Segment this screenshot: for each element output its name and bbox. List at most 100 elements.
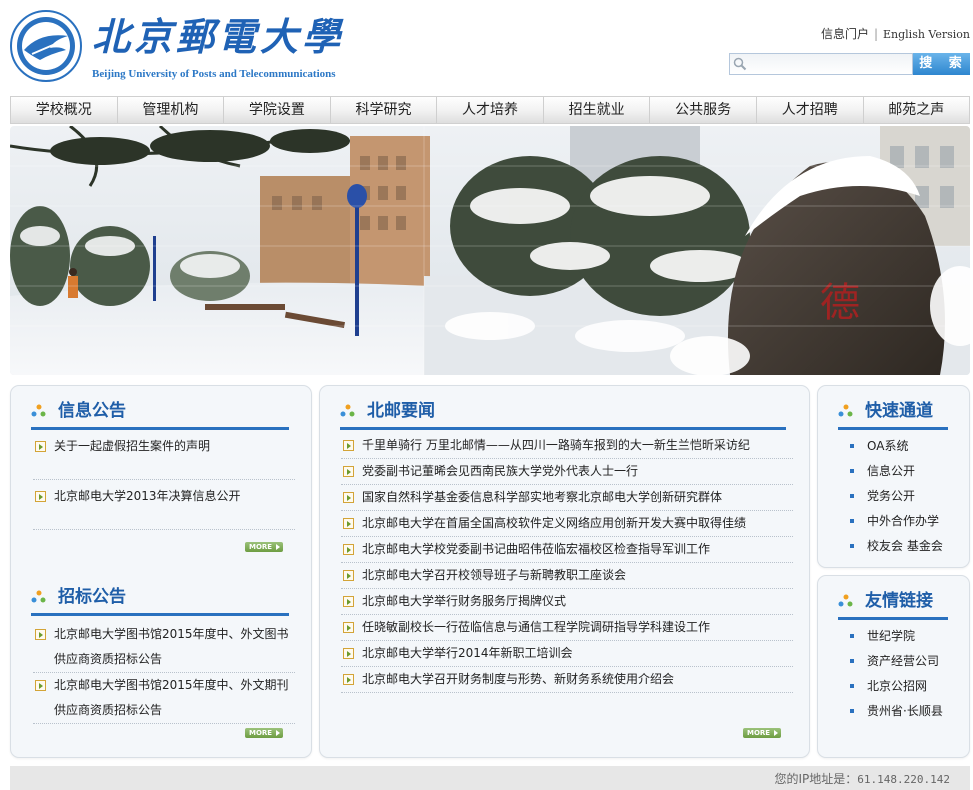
arrow-icon	[343, 622, 354, 633]
arrow-icon	[343, 596, 354, 607]
university-seal-icon	[10, 10, 82, 82]
nav-item-about[interactable]: 学校概况	[11, 97, 118, 123]
quick-access-header: 快速通道	[838, 394, 948, 430]
tenders-more-button[interactable]: MORE	[245, 728, 283, 738]
search-box[interactable]	[729, 53, 913, 75]
friend-link-changshun[interactable]: 贵州省·长顺县	[838, 699, 963, 724]
square-bullet-icon	[850, 544, 854, 548]
ip-value: 61.148.220.142	[857, 773, 950, 786]
portal-link[interactable]: 信息门户	[821, 27, 869, 41]
quick-link-alumni[interactable]: 校友会 基金会	[838, 534, 963, 559]
nav-item-public-services[interactable]: 公共服务	[650, 97, 757, 123]
list-item[interactable]: 北京邮电大学召开财务制度与形势、新财务系统使用介绍会	[341, 667, 793, 693]
arrow-icon	[35, 491, 46, 502]
square-bullet-icon	[850, 684, 854, 688]
quick-access-panel: 快速通道 OA系统 信息公开 党务公开 中外合作办学 校友会 基金会	[817, 385, 970, 568]
colored-dots-icon	[838, 594, 853, 607]
campus-banner-image: 德	[10, 126, 970, 375]
square-bullet-icon	[850, 494, 854, 498]
square-bullet-icon	[850, 634, 854, 638]
arrow-icon	[343, 518, 354, 529]
friend-links-header: 友情链接	[838, 584, 948, 620]
nav-item-admissions[interactable]: 招生就业	[544, 97, 651, 123]
tenders-underline	[31, 613, 289, 616]
english-version-link[interactable]: English Version	[883, 28, 970, 41]
friend-link-asset-company[interactable]: 资产经营公司	[838, 649, 963, 674]
list-item[interactable]: 北京邮电大学图书馆2015年度中、外文期刊供应商资质招标公告	[33, 673, 295, 724]
list-item[interactable]: 北京邮电大学召开校领导班子与新聘教职工座谈会	[341, 563, 793, 589]
nav-item-education[interactable]: 人才培养	[437, 97, 544, 123]
search-icon	[733, 57, 747, 71]
list-item[interactable]: 北京邮电大学图书馆2015年度中、外文图书供应商资质招标公告	[33, 622, 295, 673]
square-bullet-icon	[850, 444, 854, 448]
quick-link-info-disclosure[interactable]: 信息公开	[838, 459, 963, 484]
friend-links-underline	[838, 617, 948, 620]
tenders-list: 北京邮电大学图书馆2015年度中、外文图书供应商资质招标公告 北京邮电大学图书馆…	[33, 622, 295, 724]
friend-links-title: 友情链接	[865, 591, 933, 611]
arrow-icon	[343, 440, 354, 451]
nav-item-administration[interactable]: 管理机构	[118, 97, 225, 123]
square-bullet-icon	[850, 519, 854, 523]
news-title: 北邮要闻	[367, 401, 435, 421]
main-nav: 学校概况 管理机构 学院设置 科学研究 人才培养 招生就业 公共服务 人才招聘 …	[10, 96, 970, 124]
notices-title: 信息公告	[58, 401, 126, 421]
arrow-icon	[343, 492, 354, 503]
colored-dots-icon	[838, 404, 853, 417]
list-item[interactable]: 任晓敏副校长一行莅临信息与通信工程学院调研指导学科建设工作	[341, 615, 793, 641]
nav-item-research[interactable]: 科学研究	[331, 97, 438, 123]
arrow-icon	[35, 629, 46, 640]
ip-address-text: 您的IP地址是：61.148.220.142	[775, 770, 951, 787]
list-item[interactable]: 北京邮电大学举行财务服务厅揭牌仪式	[341, 589, 793, 615]
list-item[interactable]: 北京邮电大学在首届全国高校软件定义网络应用创新开发大赛中取得佳绩	[341, 511, 793, 537]
news-underline	[340, 427, 786, 430]
friend-links-list: 世纪学院 资产经营公司 北京公招网 贵州省·长顺县	[838, 624, 963, 724]
friend-link-beijing-recruitment[interactable]: 北京公招网	[838, 674, 963, 699]
search-button[interactable]: 搜 索	[913, 53, 970, 75]
nav-item-schools[interactable]: 学院设置	[224, 97, 331, 123]
logo-chinese-name: 北京郵電大學	[92, 14, 345, 59]
list-item[interactable]: 党委副书记董晞会见西南民族大学党外代表人士一行	[341, 459, 793, 485]
notices-underline	[31, 427, 289, 430]
news-header: 北邮要闻	[340, 394, 786, 430]
colored-dots-icon	[31, 590, 46, 603]
link-divider: |	[873, 27, 878, 41]
colored-dots-icon	[31, 404, 46, 417]
logo-english-name: Beijing University of Posts and Telecomm…	[92, 68, 336, 80]
news-list: 千里单骑行 万里北邮情——从四川一路骑车报到的大一新生兰恺昕采访纪 党委副书记董…	[341, 433, 793, 693]
quick-link-party-affairs[interactable]: 党务公开	[838, 484, 963, 509]
tenders-header: 招标公告	[31, 580, 289, 616]
arrow-icon	[35, 680, 46, 691]
square-bullet-icon	[850, 659, 854, 663]
notices-more-button[interactable]: MORE	[245, 542, 283, 552]
tenders-title: 招标公告	[58, 587, 126, 607]
svg-text:德: 德	[820, 280, 860, 326]
footer-bar: 您的IP地址是：61.148.220.142	[10, 766, 970, 790]
friend-links-panel: 友情链接 世纪学院 资产经营公司 北京公招网 贵州省·长顺县	[817, 575, 970, 758]
list-item[interactable]: 北京邮电大学校党委副书记曲昭伟莅临宏福校区检查指导军训工作	[341, 537, 793, 563]
arrow-icon	[343, 466, 354, 477]
news-more-button[interactable]: MORE	[743, 728, 781, 738]
list-item[interactable]: 千里单骑行 万里北邮情——从四川一路骑车报到的大一新生兰恺昕采访纪	[341, 433, 793, 459]
news-panel: 北邮要闻 千里单骑行 万里北邮情——从四川一路骑车报到的大一新生兰恺昕采访纪 党…	[319, 385, 810, 758]
friend-link-century-college[interactable]: 世纪学院	[838, 624, 963, 649]
list-item[interactable]: 关于一起虚假招生案件的声明	[33, 434, 295, 480]
list-item[interactable]: 北京邮电大学举行2014年新职工培训会	[341, 641, 793, 667]
left-panel: 信息公告 关于一起虚假招生案件的声明 北京邮电大学2013年决算信息公开 MOR…	[10, 385, 312, 758]
colored-dots-icon	[340, 404, 355, 417]
quick-access-list: OA系统 信息公开 党务公开 中外合作办学 校友会 基金会	[838, 434, 963, 559]
search-input[interactable]	[750, 55, 910, 73]
list-item[interactable]: 北京邮电大学2013年决算信息公开	[33, 480, 295, 530]
quick-access-underline	[838, 427, 948, 430]
nav-item-recruitment[interactable]: 人才招聘	[757, 97, 864, 123]
nav-item-campus-voice[interactable]: 邮苑之声	[864, 97, 970, 123]
notices-list: 关于一起虚假招生案件的声明 北京邮电大学2013年决算信息公开	[33, 434, 295, 530]
square-bullet-icon	[850, 709, 854, 713]
arrow-icon	[35, 441, 46, 452]
site-logo[interactable]: 北京郵電大學 Beijing University of Posts and T…	[10, 10, 370, 85]
list-item[interactable]: 国家自然科学基金委信息科学部实地考察北京邮电大学创新研究群体	[341, 485, 793, 511]
quick-link-joint-programs[interactable]: 中外合作办学	[838, 509, 963, 534]
quick-access-title: 快速通道	[865, 401, 933, 421]
arrow-icon	[343, 674, 354, 685]
quick-link-oa[interactable]: OA系统	[838, 434, 963, 459]
square-bullet-icon	[850, 469, 854, 473]
